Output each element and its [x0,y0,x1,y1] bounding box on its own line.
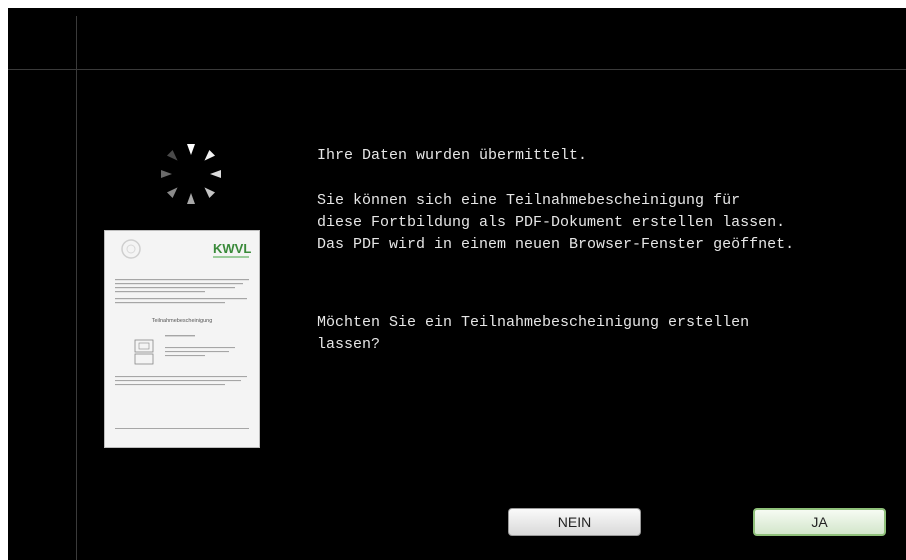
preview-doc-title: Teilnahmebescheinigung [152,318,213,324]
no-button[interactable]: NEIN [508,508,641,536]
yes-button-label: JA [811,514,828,530]
certificate-preview-thumbnail: KWVL Teilnahmebescheinigung [104,230,260,448]
dialog-screen: KWVL Teilnahmebescheinigung Ihre Daten w… [8,8,906,560]
certificate-preview-image: KWVL Teilnahmebescheinigung [105,231,259,447]
divider-vertical [76,16,77,560]
status-message: Ihre Daten wurden übermittelt. [317,147,588,164]
loading-spinner-icon [161,144,221,204]
yes-button[interactable]: JA [753,508,886,536]
divider-horizontal [8,69,906,70]
svg-text:KWVL: KWVL [213,241,251,256]
no-button-label: NEIN [557,514,592,530]
create-certificate-question: Möchten Sie ein Teilnahmebescheinigung e… [317,314,750,353]
certificate-info-text: Sie können sich eine Teilnahmebescheinig… [317,192,795,253]
